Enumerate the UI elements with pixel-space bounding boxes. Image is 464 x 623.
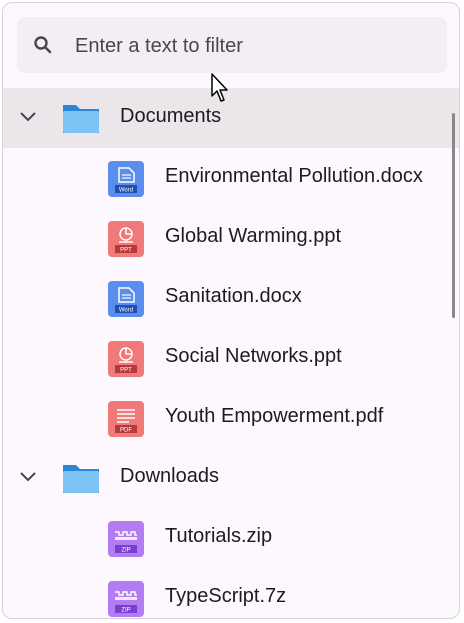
pdf-file-icon: PDF: [108, 401, 144, 437]
tree-node-label: Tutorials.zip: [165, 525, 273, 547]
search-input[interactable]: [73, 29, 437, 63]
file-badge: Word: [119, 188, 133, 194]
file-badge: PPT: [120, 248, 132, 254]
zip-file-icon: ZIP: [108, 581, 144, 617]
tree-node-file[interactable]: Word Environmental Pollution.docx: [3, 148, 459, 208]
word-file-icon: Word: [108, 161, 144, 197]
file-badge: ZIP: [121, 548, 130, 554]
tree-node-label: Downloads: [120, 465, 219, 487]
tree-node-label: Youth Empowerment.pdf: [165, 405, 384, 427]
folder-icon: [63, 105, 99, 133]
file-badge: PPT: [120, 368, 132, 374]
tree-node-label: Sanitation.docx: [165, 285, 302, 307]
tree-node-file[interactable]: ZIP TypeScript.7z: [3, 568, 459, 618]
tree-node-file[interactable]: PPT Global Warming.ppt: [3, 208, 459, 268]
word-file-icon: Word: [108, 281, 144, 317]
chevron-down-icon[interactable]: [19, 470, 37, 484]
search-box[interactable]: [17, 17, 447, 73]
tree-node-label: Environmental Pollution.docx: [165, 165, 423, 187]
ppt-file-icon: PPT: [108, 221, 144, 257]
tree-node-label: Social Networks.ppt: [165, 345, 342, 367]
file-tree: Documents Word Environmental Pollution.d…: [3, 88, 459, 618]
tree-node-file[interactable]: ZIP Tutorials.zip: [3, 508, 459, 568]
vertical-scrollbar[interactable]: [452, 113, 455, 318]
tree-node-label: Global Warming.ppt: [165, 225, 341, 247]
tree-node-file[interactable]: PDF Youth Empowerment.pdf: [3, 388, 459, 448]
folder-icon: [63, 465, 99, 493]
file-badge: Word: [119, 308, 133, 314]
file-badge: PDF: [120, 428, 132, 434]
tree-node-file[interactable]: Word Sanitation.docx: [3, 268, 459, 328]
tree-node-documents[interactable]: Documents: [3, 88, 459, 148]
file-badge: ZIP: [121, 608, 130, 614]
tree-node-label: Documents: [120, 105, 222, 127]
tree-node-file[interactable]: PPT Social Networks.ppt: [3, 328, 459, 388]
search-icon: [34, 36, 52, 54]
zip-file-icon: ZIP: [108, 521, 144, 557]
chevron-down-icon[interactable]: [19, 110, 37, 124]
treeview-panel: Documents Word Environmental Pollution.d…: [2, 2, 460, 619]
tree-node-downloads[interactable]: Downloads: [3, 448, 459, 508]
ppt-file-icon: PPT: [108, 341, 144, 377]
tree-node-label: TypeScript.7z: [165, 585, 287, 607]
